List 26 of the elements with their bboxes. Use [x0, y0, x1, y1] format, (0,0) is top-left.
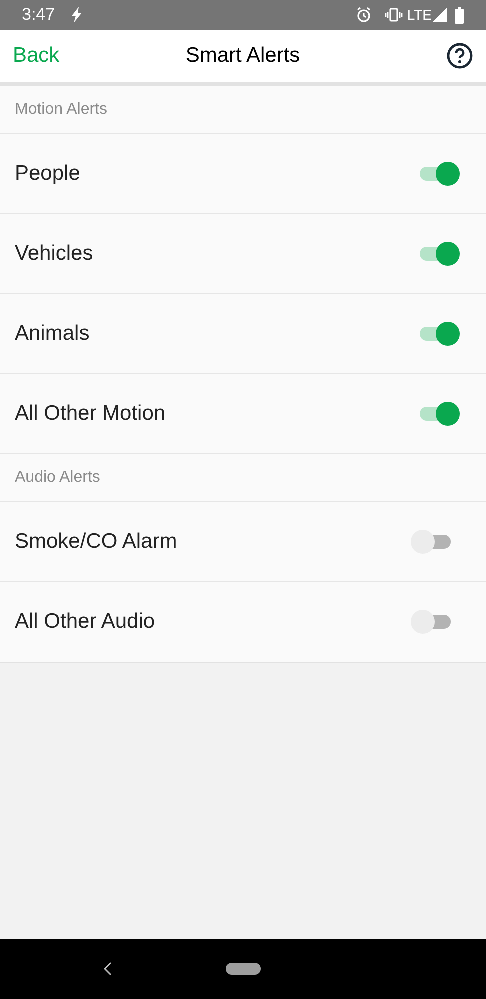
- battery-icon: [455, 6, 464, 24]
- screen-title: Smart Alerts: [186, 43, 300, 70]
- toggle-switch[interactable]: [420, 402, 460, 426]
- lightning-icon: [71, 7, 84, 23]
- vibrate-icon: [385, 8, 404, 22]
- section-header: Motion Alerts: [15, 100, 108, 120]
- home-pill[interactable]: [226, 963, 261, 975]
- network-label: LTE: [407, 6, 432, 24]
- toggle-switch[interactable]: [411, 530, 451, 554]
- toggle-switch[interactable]: [420, 242, 460, 266]
- help-icon[interactable]: [447, 43, 473, 69]
- signal-icon: [433, 8, 447, 22]
- setting-label: All Other Motion: [15, 400, 167, 427]
- setting-label: Smoke/CO Alarm: [15, 528, 178, 555]
- back-button[interactable]: Back: [13, 40, 60, 72]
- setting-label: Vehicles: [15, 240, 94, 267]
- alarm-icon: [356, 7, 372, 23]
- toggle-switch[interactable]: [420, 162, 460, 186]
- section-header: Audio Alerts: [15, 468, 100, 488]
- status-time: 3:47: [22, 4, 56, 26]
- toggle-switch[interactable]: [411, 610, 451, 634]
- back-nav-icon[interactable]: [104, 962, 112, 976]
- setting-label: Animals: [15, 320, 91, 347]
- setting-label: People: [15, 160, 82, 187]
- setting-label: All Other Audio: [15, 609, 156, 636]
- toggle-switch[interactable]: [420, 322, 460, 346]
